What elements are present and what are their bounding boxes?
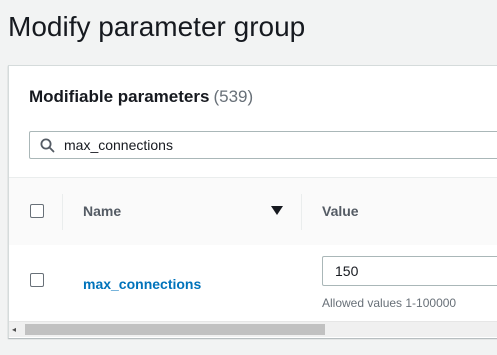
parameter-value-input[interactable] [322, 256, 497, 286]
page: Modify parameter group Modifiable parame… [0, 0, 497, 355]
page-title: Modify parameter group [8, 11, 306, 42]
search-icon [40, 138, 55, 153]
table-header: Name Value [9, 177, 497, 246]
parameters-panel: Modifiable parameters(539) Name Value ma… [8, 65, 497, 338]
parameter-name-link[interactable]: max_connections [83, 276, 201, 292]
search-input[interactable] [64, 135, 484, 155]
scroll-left-arrow-icon[interactable]: ◂ [12, 325, 16, 334]
allowed-values-hint: Allowed values 1-100000 [322, 296, 457, 310]
sort-descending-icon[interactable] [271, 206, 283, 216]
table-row: max_connections Allowed values 1-100000 [9, 245, 497, 317]
horizontal-scrollbar[interactable]: ◂ [9, 321, 497, 337]
select-all-checkbox[interactable] [30, 204, 44, 218]
search-box[interactable] [29, 131, 497, 159]
column-divider [62, 194, 63, 230]
column-divider[interactable] [301, 194, 302, 230]
row-checkbox[interactable] [30, 273, 44, 287]
scrollbar-thumb[interactable] [25, 324, 325, 335]
panel-title: Modifiable parameters [29, 87, 210, 106]
parameter-count: (539) [213, 87, 254, 106]
panel-header: Modifiable parameters (539) [29, 87, 253, 107]
column-header-value[interactable]: Value [322, 203, 359, 219]
column-header-name[interactable]: Name [83, 203, 121, 219]
